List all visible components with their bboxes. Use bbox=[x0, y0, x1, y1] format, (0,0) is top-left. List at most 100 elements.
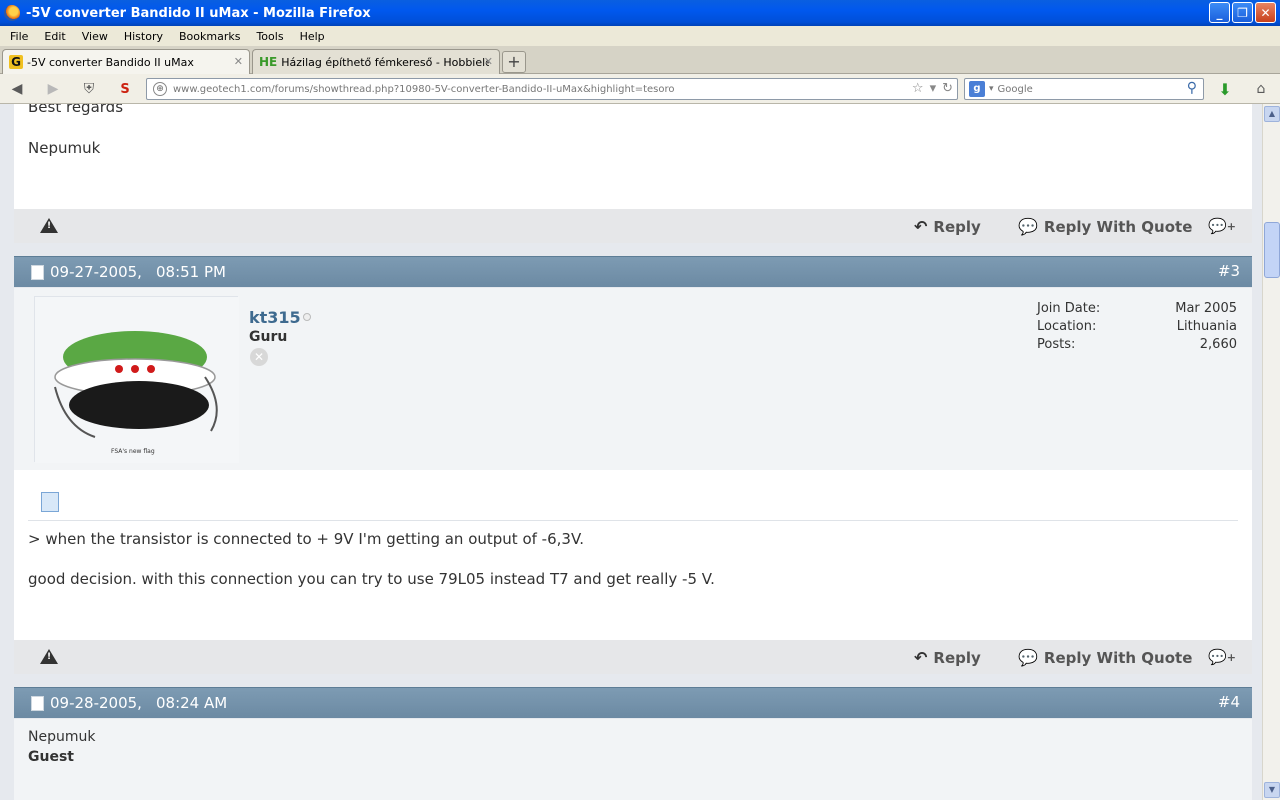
reload-icon[interactable]: ↻ bbox=[942, 81, 953, 96]
site-identity-icon[interactable]: ⊕ bbox=[153, 82, 167, 96]
post-number-link[interactable]: #3 bbox=[1218, 262, 1240, 280]
join-date-value: Mar 2005 bbox=[1175, 301, 1237, 316]
menu-history[interactable]: History bbox=[118, 30, 169, 43]
tab-label: -5V converter Bandido II uMax bbox=[27, 55, 194, 69]
bookmark-star-icon[interactable]: ☆ bbox=[912, 81, 924, 96]
close-button[interactable]: ✕ bbox=[1255, 2, 1276, 23]
post-4-header: 09-28-2005, 08:24 AM #4 bbox=[14, 687, 1252, 718]
forward-arrow-icon[interactable]: ▶ bbox=[44, 80, 62, 98]
reply-label: Reply bbox=[933, 217, 981, 236]
url-text: www.geotech1.com/forums/showthread.php?1… bbox=[173, 83, 675, 95]
geotech-favicon-icon: G bbox=[9, 55, 23, 69]
post-date: 09-27-2005, bbox=[50, 263, 142, 281]
post-username-link[interactable]: kt315 bbox=[249, 308, 301, 327]
scroll-up-icon[interactable]: ▲ bbox=[1264, 106, 1280, 122]
scroll-down-icon[interactable]: ▼ bbox=[1264, 782, 1280, 798]
vertical-scrollbar[interactable]: ▲ ▼ bbox=[1262, 104, 1280, 800]
menu-tools[interactable]: Tools bbox=[250, 30, 289, 43]
back-arrow-icon[interactable]: ◀ bbox=[8, 80, 26, 98]
post-doc-icon bbox=[31, 265, 44, 280]
post-date: 09-28-2005, bbox=[50, 694, 142, 712]
reply-arrow-icon: ↶ bbox=[914, 217, 928, 236]
post-time: 08:24 AM bbox=[156, 694, 228, 712]
user-avatar[interactable]: FSA's new flag bbox=[34, 296, 239, 463]
post-usertitle: Guest bbox=[28, 749, 74, 765]
window-title: -5V converter Bandido II uMax - Mozilla … bbox=[26, 5, 371, 21]
quote-bubble-icon: 💬 bbox=[1018, 217, 1038, 236]
post-3-footer: ↶ Reply 💬 Reply With Quote 💬+ bbox=[14, 640, 1252, 674]
post-2-body: Best regards Nepumuk bbox=[14, 104, 1252, 209]
tab-close-icon[interactable]: ✕ bbox=[484, 55, 493, 68]
hobbielektronika-favicon-icon: HE bbox=[259, 55, 278, 69]
tab-hobbielektronika[interactable]: HE Házilag építhető fémkereső - Hobbiele… bbox=[252, 49, 500, 74]
new-tab-button[interactable]: + bbox=[502, 51, 526, 73]
avatar-image: FSA's new flag bbox=[35, 297, 239, 463]
reply-button[interactable]: ↶ Reply bbox=[914, 217, 981, 236]
post-3-userinfo: FSA's new flag kt315 Guru ✕ Join Date: M… bbox=[14, 288, 1252, 470]
post-number-link[interactable]: #4 bbox=[1218, 693, 1240, 711]
multi-quote-icon[interactable]: 💬 + bbox=[1208, 648, 1236, 666]
url-dropdown-icon[interactable]: ▾ bbox=[930, 81, 937, 96]
post-4-userinfo: Nepumuk Guest bbox=[14, 719, 1252, 800]
reply-with-quote-label: Reply With Quote bbox=[1043, 217, 1193, 236]
post-doc-icon bbox=[41, 492, 59, 512]
reply-button[interactable]: ↶ Reply bbox=[914, 648, 981, 667]
post-divider bbox=[28, 520, 1238, 521]
tab-close-icon[interactable]: ✕ bbox=[234, 55, 243, 68]
post-text-line: Best regards bbox=[28, 104, 124, 116]
page-viewport: Best regards Nepumuk ↶ Reply 💬 Reply Wit… bbox=[0, 104, 1262, 800]
post-2-footer: ↶ Reply 💬 Reply With Quote 💬+ bbox=[14, 209, 1252, 243]
reputation-icon: ✕ bbox=[250, 348, 268, 366]
post-doc-icon bbox=[31, 696, 44, 711]
location-value: Lithuania bbox=[1176, 319, 1237, 334]
window-titlebar: -5V converter Bandido II uMax - Mozilla … bbox=[0, 0, 1280, 26]
reply-with-quote-label: Reply With Quote bbox=[1043, 648, 1193, 667]
download-arrow-icon[interactable]: ⬇ bbox=[1216, 80, 1234, 99]
post-3-header: 09-27-2005, 08:51 PM #3 bbox=[14, 256, 1252, 287]
reply-label: Reply bbox=[933, 648, 981, 667]
join-date-label: Join Date: bbox=[1037, 301, 1101, 316]
minimize-button[interactable]: _ bbox=[1209, 2, 1230, 23]
search-engine-dropdown-icon[interactable]: ▾ bbox=[989, 84, 994, 94]
quote-bubble-icon: 💬 bbox=[1018, 648, 1038, 667]
post-text-line: good decision. with this connection you … bbox=[28, 570, 715, 588]
search-bar[interactable]: g ▾ Google ⚲ bbox=[964, 78, 1204, 100]
home-icon[interactable]: ⌂ bbox=[1252, 80, 1270, 98]
post-text-line: > when the transistor is connected to + … bbox=[28, 530, 585, 548]
post-usertitle: Guru bbox=[249, 329, 288, 345]
post-3-body: > when the transistor is connected to + … bbox=[14, 470, 1252, 640]
maximize-button[interactable]: ❐ bbox=[1232, 2, 1253, 23]
tab-geotech[interactable]: G -5V converter Bandido II uMax ✕ bbox=[2, 49, 250, 74]
window-controls: _ ❐ ✕ bbox=[1209, 2, 1276, 23]
multi-quote-icon[interactable]: 💬 + bbox=[1208, 217, 1236, 235]
report-post-icon[interactable] bbox=[40, 218, 58, 233]
reply-arrow-icon: ↶ bbox=[914, 648, 928, 667]
location-label: Location: bbox=[1037, 319, 1097, 334]
search-input[interactable]: Google bbox=[998, 84, 1033, 95]
menu-help[interactable]: Help bbox=[294, 30, 331, 43]
reply-with-quote-button[interactable]: 💬 Reply With Quote bbox=[1018, 217, 1192, 236]
posts-count: 2,660 bbox=[1199, 337, 1237, 352]
offline-status-icon bbox=[303, 313, 311, 321]
menu-file[interactable]: File bbox=[4, 30, 34, 43]
address-bar[interactable]: ⊕ www.geotech1.com/forums/showthread.php… bbox=[146, 78, 958, 100]
addon-shield-icon[interactable]: ⛨ bbox=[80, 80, 98, 98]
menu-edit[interactable]: Edit bbox=[38, 30, 71, 43]
reply-with-quote-button[interactable]: 💬 Reply With Quote bbox=[1018, 648, 1192, 667]
search-icon[interactable]: ⚲ bbox=[1187, 80, 1197, 96]
report-post-icon[interactable] bbox=[40, 649, 58, 664]
scrollbar-thumb[interactable] bbox=[1264, 222, 1280, 278]
post-time: 08:51 PM bbox=[156, 263, 226, 281]
search-engine-icon[interactable]: g bbox=[969, 81, 985, 97]
tab-bar: G -5V converter Bandido II uMax ✕ HE Ház… bbox=[0, 46, 1280, 74]
avatar-caption: FSA's new flag bbox=[111, 448, 155, 455]
firefox-logo-icon bbox=[4, 5, 20, 21]
menu-bar: File Edit View History Bookmarks Tools H… bbox=[0, 26, 1280, 46]
menu-view[interactable]: View bbox=[76, 30, 114, 43]
stumble-addon-icon[interactable]: S bbox=[116, 80, 134, 98]
posts-label: Posts: bbox=[1037, 337, 1076, 352]
post-signature: Nepumuk bbox=[28, 139, 101, 157]
menu-bookmarks[interactable]: Bookmarks bbox=[173, 30, 246, 43]
post-username: Nepumuk bbox=[28, 729, 96, 745]
navigation-toolbar: ◀ ▶ ⛨ S ⊕ www.geotech1.com/forums/showth… bbox=[0, 74, 1280, 104]
